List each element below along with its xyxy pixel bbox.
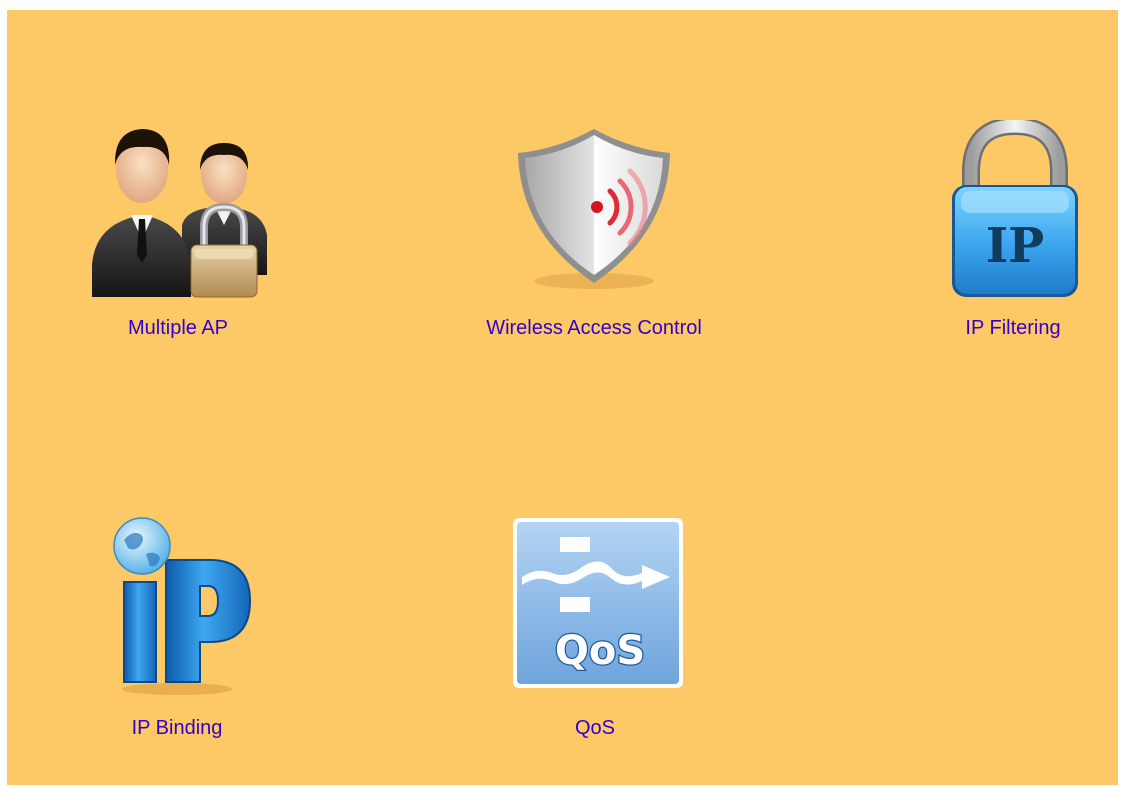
svg-text:QoS: QoS	[555, 628, 645, 674]
users-lock-icon	[87, 115, 273, 300]
ip-filtering-tile[interactable]: IP	[947, 120, 1087, 302]
ip-binding-label[interactable]: IP Binding	[132, 716, 223, 740]
qos-label[interactable]: QoS	[575, 716, 615, 740]
qos-tile[interactable]: QoS	[512, 517, 684, 689]
wireless-access-control-tile[interactable]	[512, 123, 677, 293]
ip-filtering-label[interactable]: IP Filtering	[965, 316, 1060, 340]
svg-text:IP: IP	[986, 218, 1045, 274]
shield-wireless-icon	[512, 123, 677, 293]
settings-panel: Multiple AP Wireless Access Control IP I…	[7, 10, 1118, 785]
qos-icon: QoS	[512, 517, 684, 689]
ip-binding-tile[interactable]	[102, 512, 252, 697]
multiple-ap-tile[interactable]	[87, 115, 273, 300]
wireless-access-control-label[interactable]: Wireless Access Control	[486, 316, 702, 340]
ip-padlock-icon: IP	[947, 120, 1087, 302]
multiple-ap-label[interactable]: Multiple AP	[128, 316, 228, 340]
ip-globe-icon	[102, 512, 252, 697]
